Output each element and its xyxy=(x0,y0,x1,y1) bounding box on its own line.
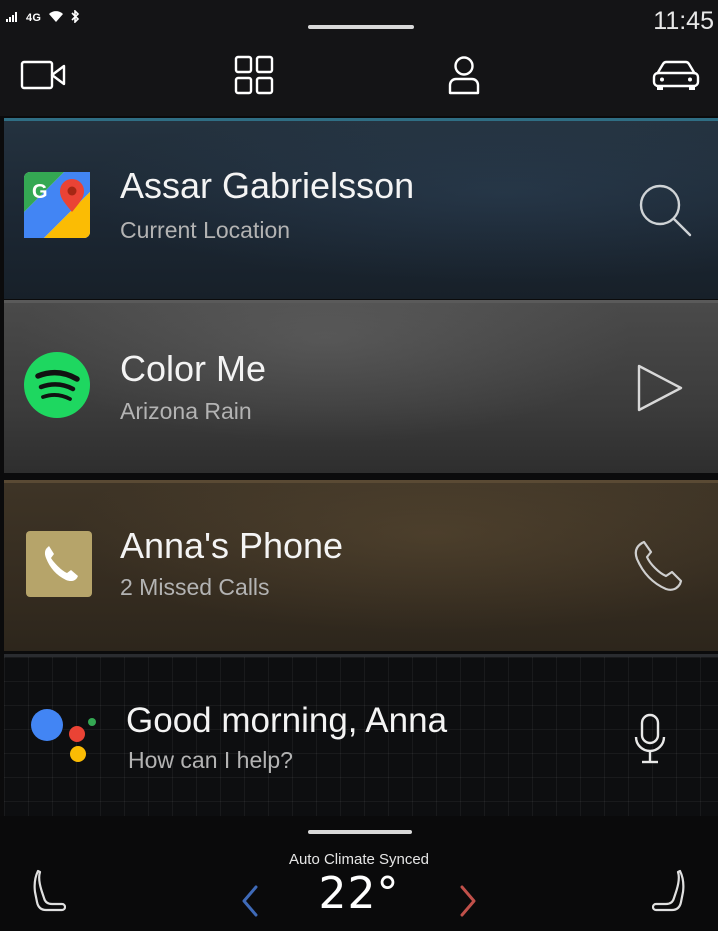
climate-drag-handle[interactable] xyxy=(308,830,412,834)
track-artist: Arizona Rain xyxy=(120,398,252,424)
camera-icon xyxy=(20,59,68,96)
phone-tile[interactable]: Anna's Phone 2 Missed Calls xyxy=(4,480,718,651)
profile-button[interactable] xyxy=(424,46,504,108)
google-assistant-icon xyxy=(30,707,100,772)
wifi-icon xyxy=(49,11,64,25)
assistant-tile[interactable]: Good morning, Anna How can I help? xyxy=(4,654,718,817)
navigation-subtitle: Current Location xyxy=(120,217,291,243)
network-type: 4G xyxy=(26,12,42,24)
profile-icon xyxy=(447,55,481,100)
apps-grid-icon xyxy=(234,55,274,100)
climate-bar: Auto Climate Synced 22° xyxy=(0,816,718,931)
svg-text:G: G xyxy=(32,181,48,203)
spotify-icon xyxy=(24,352,90,423)
missed-calls: 2 Missed Calls xyxy=(120,574,270,600)
top-drag-handle[interactable] xyxy=(308,25,414,29)
climate-status: Auto Climate Synced xyxy=(288,851,430,868)
google-maps-icon: G xyxy=(24,172,90,243)
play-icon[interactable] xyxy=(636,363,684,418)
microphone-icon[interactable] xyxy=(634,713,666,770)
navigation-tile[interactable]: G Assar Gabrielsson Current Location xyxy=(4,118,718,299)
status-indicators: 4G xyxy=(6,9,80,26)
clock: 11:45 xyxy=(653,7,714,35)
car-icon xyxy=(651,58,701,97)
passenger-seat-heat-icon[interactable] xyxy=(651,868,686,917)
navigation-destination: Assar Gabrielsson xyxy=(120,165,415,206)
signal-icon xyxy=(6,11,18,25)
phone-device-name: Anna's Phone xyxy=(120,525,344,566)
track-title: Color Me xyxy=(120,348,267,389)
music-tile[interactable]: Color Me Arizona Rain xyxy=(4,300,718,473)
top-navigation xyxy=(0,46,718,116)
bluetooth-icon xyxy=(71,9,80,26)
assistant-greeting: Good morning, Anna xyxy=(126,701,448,740)
assistant-prompt: How can I help? xyxy=(128,747,293,773)
car-status-button[interactable] xyxy=(636,46,716,108)
temperature-display[interactable]: 22° xyxy=(0,868,718,919)
apps-button[interactable] xyxy=(214,46,294,108)
status-bar: 4G 11:45 xyxy=(0,0,718,46)
search-icon[interactable] xyxy=(636,181,694,244)
temp-increase-icon[interactable] xyxy=(458,884,478,923)
camera-button[interactable] xyxy=(4,46,84,108)
phone-icon[interactable] xyxy=(628,539,684,600)
phone-app-icon xyxy=(26,531,92,602)
